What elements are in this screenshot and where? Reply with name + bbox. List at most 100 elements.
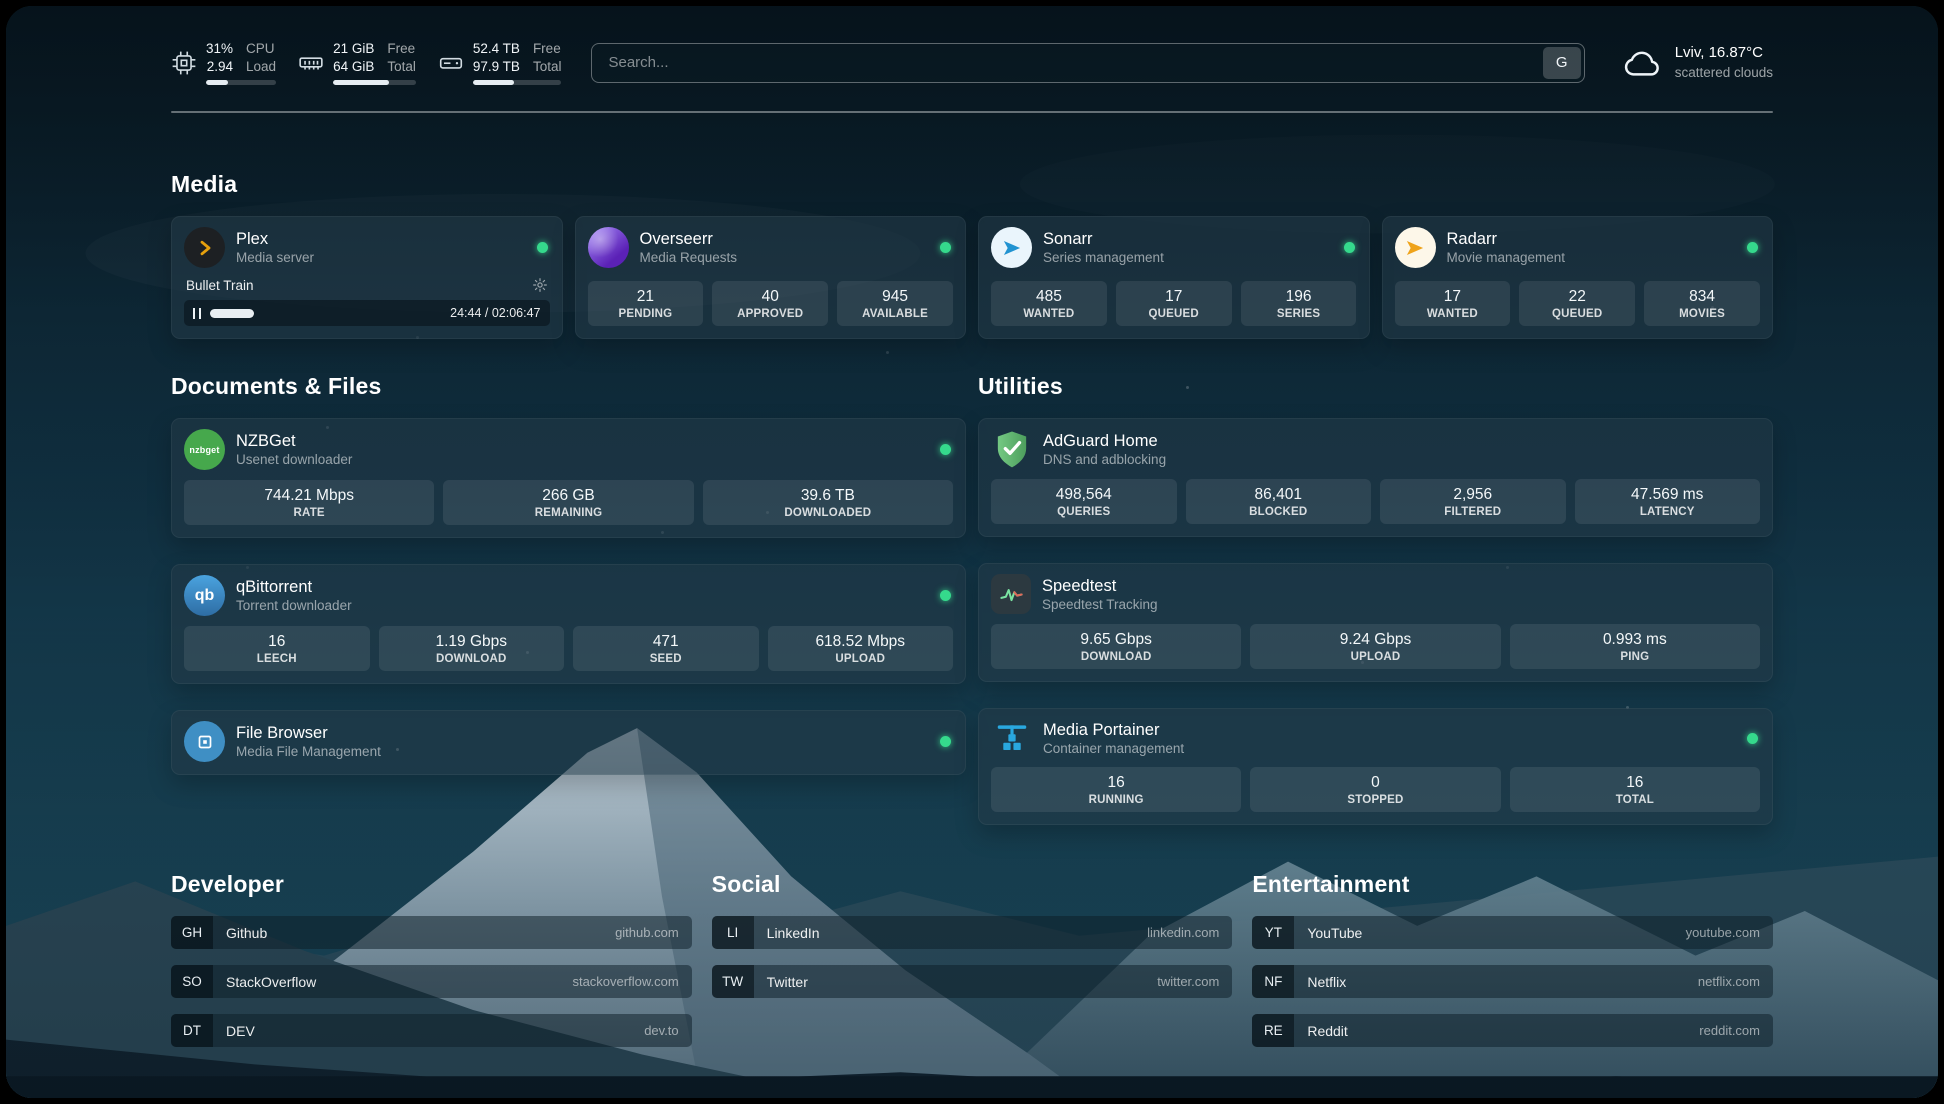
bookmark-reddit[interactable]: RE Reddit reddit.com — [1252, 1014, 1773, 1047]
service-card-nzbget[interactable]: nzbget NZBGet Usenet downloader 744.21 M… — [171, 418, 966, 538]
filebrowser-icon — [184, 721, 225, 762]
bookmark-name: LinkedIn — [754, 925, 1134, 941]
stat-series: 196 SERIES — [1241, 281, 1357, 326]
pause-icon — [193, 308, 201, 319]
bookmark-abbr: RE — [1252, 1014, 1294, 1047]
stat-downloaded: 39.6 TB DOWNLOADED — [703, 480, 953, 525]
service-name: Sonarr — [1043, 230, 1333, 249]
service-card-adguard-home[interactable]: AdGuard Home DNS and adblocking 498,564 … — [978, 418, 1773, 537]
bookmark-netflix[interactable]: NF Netflix netflix.com — [1252, 965, 1773, 998]
qbittorrent-icon: qb — [184, 575, 225, 616]
bookmark-url: twitter.com — [1144, 974, 1232, 989]
service-card-radarr[interactable]: Radarr Movie management 17 WANTED 22 QUE… — [1382, 216, 1774, 339]
bookmark-url: reddit.com — [1686, 1023, 1773, 1038]
stat-wanted: 485 WANTED — [991, 281, 1107, 326]
status-dot — [537, 242, 548, 253]
radarr-icon — [1395, 227, 1436, 268]
service-name: Plex — [236, 230, 526, 249]
gear-icon[interactable] — [532, 277, 548, 293]
bookmark-group-social: Social LI LinkedIn linkedin.com TW Twitt… — [712, 871, 1233, 1047]
bookmark-name: Github — [213, 925, 602, 941]
weather-widget: Lviv, 16.87°C scattered clouds — [1621, 42, 1773, 84]
stat-stopped: 0 STOPPED — [1250, 767, 1500, 812]
service-subtitle: Series management — [1043, 250, 1333, 265]
weather-location-temperature: Lviv, 16.87°C — [1675, 43, 1773, 63]
service-card-speedtest[interactable]: Speedtest Speedtest Tracking 9.65 Gbps D… — [978, 563, 1773, 682]
bookmark-name: YouTube — [1294, 925, 1672, 941]
documents-section-title: Documents & Files — [171, 373, 966, 400]
status-dot — [1747, 733, 1758, 744]
service-card-file-browser[interactable]: File Browser Media File Management — [171, 710, 966, 775]
service-name: AdGuard Home — [1043, 432, 1760, 451]
media-section-title: Media — [171, 171, 1773, 198]
bookmark-group-developer: Developer GH Github github.com SO StackO… — [171, 871, 692, 1047]
bookmark-github[interactable]: GH Github github.com — [171, 916, 692, 949]
service-card-media-portainer[interactable]: Media Portainer Container management 16 … — [978, 708, 1773, 825]
service-subtitle: Speedtest Tracking — [1042, 597, 1760, 612]
cloud-icon — [1621, 42, 1663, 84]
adguard-icon — [991, 429, 1032, 469]
bookmark-abbr: GH — [171, 916, 213, 949]
stat-queries: 498,564 QUERIES — [991, 479, 1177, 524]
stat-upload: 618.52 Mbps UPLOAD — [768, 626, 954, 671]
portainer-icon — [991, 719, 1032, 757]
developer-section-title: Developer — [171, 871, 692, 898]
bookmark-linkedin[interactable]: LI LinkedIn linkedin.com — [712, 916, 1233, 949]
disk-progress-bar — [473, 80, 562, 85]
bookmark-url: github.com — [602, 925, 692, 940]
stat-filtered: 2,956 FILTERED — [1380, 479, 1566, 524]
memory-free-label: Free — [387, 40, 416, 58]
stat-upload: 9.24 Gbps UPLOAD — [1250, 624, 1500, 669]
service-subtitle: Media Requests — [640, 250, 930, 265]
stat-running: 16 RUNNING — [991, 767, 1241, 812]
bookmark-name: Reddit — [1294, 1023, 1686, 1039]
service-card-qbittorrent[interactable]: qb qBittorrent Torrent downloader 16 — [171, 564, 966, 684]
stat-pending: 21 PENDING — [588, 281, 704, 326]
bookmark-url: stackoverflow.com — [559, 974, 691, 989]
search-input[interactable] — [595, 47, 1542, 79]
stat-rate: 744.21 Mbps RATE — [184, 480, 434, 525]
service-name: File Browser — [236, 724, 929, 743]
bookmark-url: linkedin.com — [1134, 925, 1232, 940]
resource-widgets: 31% 2.94 CPU Load — [171, 40, 561, 85]
bookmark-name: Twitter — [754, 974, 1145, 990]
status-dot — [940, 590, 951, 601]
bookmark-youtube[interactable]: YT YouTube youtube.com — [1252, 916, 1773, 949]
bookmark-abbr: NF — [1252, 965, 1294, 998]
service-subtitle: Media File Management — [236, 744, 929, 759]
cpu-usage-label: CPU — [246, 40, 276, 58]
cpu-load-label: Load — [246, 58, 276, 76]
bookmark-dev[interactable]: DT DEV dev.to — [171, 1014, 692, 1047]
entertainment-section-title: Entertainment — [1252, 871, 1773, 898]
dashboard-content: 31% 2.94 CPU Load — [6, 6, 1938, 1087]
playback-progress — [210, 309, 254, 318]
cpu-progress-bar — [206, 80, 276, 85]
search-bar[interactable]: G — [591, 43, 1584, 83]
service-name: Overseerr — [640, 230, 930, 249]
social-section-title: Social — [712, 871, 1233, 898]
stat-movies: 834 MOVIES — [1644, 281, 1760, 326]
bookmark-twitter[interactable]: TW Twitter twitter.com — [712, 965, 1233, 998]
bookmark-group-entertainment: Entertainment YT YouTube youtube.com NF … — [1252, 871, 1773, 1047]
bookmark-abbr: YT — [1252, 916, 1294, 949]
header-divider — [171, 111, 1773, 113]
stat-total: 16 TOTAL — [1510, 767, 1760, 812]
service-subtitle: Media server — [236, 250, 526, 265]
dashboard-screen: 31% 2.94 CPU Load — [6, 6, 1938, 1098]
nzbget-icon: nzbget — [184, 429, 225, 470]
service-subtitle: Movie management — [1447, 250, 1737, 265]
status-dot — [940, 736, 951, 747]
bookmark-url: youtube.com — [1673, 925, 1773, 940]
service-name: Speedtest — [1042, 577, 1760, 596]
service-card-overseerr[interactable]: Overseerr Media Requests 21 PENDING 40 A… — [575, 216, 967, 339]
search-provider-button[interactable]: G — [1543, 47, 1581, 79]
disk-icon — [438, 50, 464, 76]
service-subtitle: DNS and adblocking — [1043, 452, 1760, 467]
bookmark-abbr: TW — [712, 965, 754, 998]
service-card-plex[interactable]: Plex Media server Bullet Train — [171, 216, 563, 339]
bookmark-stackoverflow[interactable]: SO StackOverflow stackoverflow.com — [171, 965, 692, 998]
disk-widget: 52.4 TB 97.9 TB Free Total — [438, 40, 562, 85]
stat-approved: 40 APPROVED — [712, 281, 828, 326]
service-card-sonarr[interactable]: Sonarr Series management 485 WANTED 17 Q… — [978, 216, 1370, 339]
weather-condition: scattered clouds — [1675, 64, 1773, 82]
